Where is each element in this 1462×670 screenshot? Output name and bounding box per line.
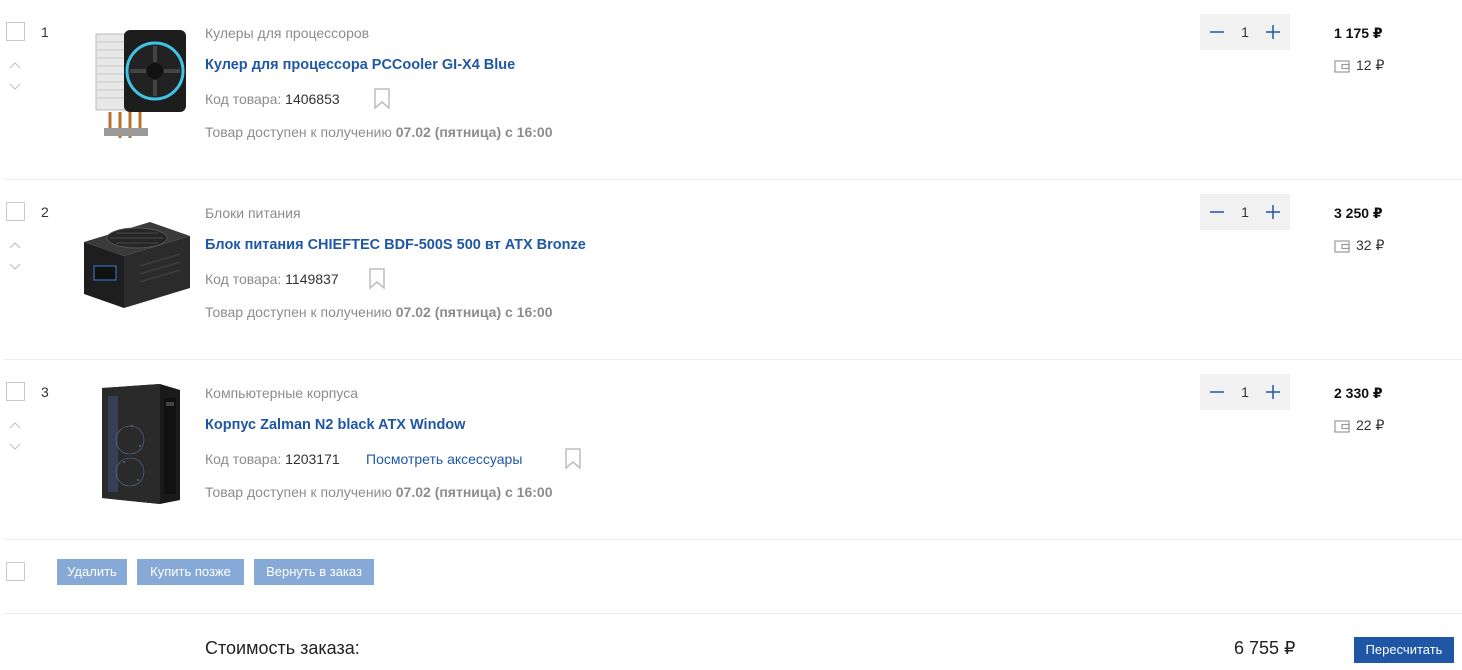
item-code-label: Код товара: [205, 271, 282, 287]
wallet-icon [1334, 420, 1350, 433]
decrease-quantity-button[interactable] [1202, 194, 1232, 230]
item-index: 2 [41, 204, 49, 220]
item-price: 1 175 ₽ [1334, 25, 1383, 41]
item-bonus: 22 ₽ [1334, 417, 1384, 434]
item-availability: Товар доступен к получению 07.02 (пятниц… [205, 124, 553, 140]
cpu-cooler-image[interactable] [80, 16, 192, 146]
bonus-value: 32 ₽ [1356, 237, 1385, 253]
wallet-icon [1334, 240, 1350, 253]
select-item-checkbox[interactable] [6, 382, 25, 401]
bonus-value: 22 ₽ [1356, 417, 1385, 433]
item-bonus: 32 ₽ [1334, 237, 1384, 254]
bookmark-icon[interactable] [368, 268, 386, 290]
item-price: 3 250 ₽ [1334, 205, 1383, 221]
delete-button[interactable]: Удалить [57, 559, 127, 585]
cart-item-row: 2 Блоки питания Блок питания CHIEFTEC BD… [4, 180, 1462, 360]
availability-date: 07.02 (пятница) с 16:00 [395, 304, 553, 320]
cart-item-row: 1 Кулеры для процессоров Кулер для проце… [4, 0, 1462, 180]
bookmark-icon[interactable] [373, 88, 391, 110]
wallet-icon [1334, 60, 1350, 73]
quantity-stepper: 1 [1200, 14, 1290, 50]
availability-prefix: Товар доступен к получению [205, 484, 392, 500]
item-code: Код товара: 1203171 [205, 451, 340, 467]
item-code-value: 1203171 [285, 451, 340, 467]
item-code-value: 1149837 [285, 271, 339, 287]
decrease-quantity-button[interactable] [1202, 14, 1232, 50]
item-category: Кулеры для процессоров [205, 25, 370, 41]
quantity-value[interactable]: 1 [1230, 204, 1260, 220]
item-title-link[interactable]: Кулер для процессора PCCooler GI-X4 Blue [205, 57, 515, 73]
item-index: 1 [41, 24, 49, 40]
quantity-value[interactable]: 1 [1230, 384, 1260, 400]
item-code-label: Код товара: [205, 91, 282, 107]
increase-quantity-button[interactable] [1258, 194, 1288, 230]
quantity-stepper: 1 [1200, 374, 1290, 410]
availability-prefix: Товар доступен к получению [205, 124, 392, 140]
select-item-checkbox[interactable] [6, 202, 25, 221]
item-bonus: 12 ₽ [1334, 57, 1384, 74]
item-code-value: 1406853 [285, 91, 340, 107]
move-up-icon[interactable] [8, 418, 22, 432]
buy-later-button[interactable]: Купить позже [137, 559, 244, 585]
move-up-icon[interactable] [8, 238, 22, 252]
item-title-link[interactable]: Корпус Zalman N2 black ATX Window [205, 417, 465, 433]
bonus-value: 12 ₽ [1356, 57, 1385, 73]
view-accessories-link[interactable]: Посмотреть аксессуары [366, 451, 522, 467]
move-down-icon[interactable] [8, 260, 22, 274]
item-code-label: Код товара: [205, 451, 282, 467]
increase-quantity-button[interactable] [1258, 14, 1288, 50]
item-category: Блоки питания [205, 205, 301, 221]
power-supply-image[interactable] [80, 196, 192, 326]
item-index: 3 [41, 384, 49, 400]
recalculate-button[interactable]: Пересчитать [1354, 637, 1454, 663]
move-up-icon[interactable] [8, 58, 22, 72]
move-down-icon[interactable] [8, 80, 22, 94]
quantity-value[interactable]: 1 [1230, 24, 1260, 40]
cart-item-row: 3 Компьютерные корпуса Корпус Zalman N2 … [4, 360, 1462, 540]
item-code: Код товара: 1406853 [205, 91, 340, 107]
order-total-label: Стоимость заказа: [205, 638, 360, 658]
item-availability: Товар доступен к получению 07.02 (пятниц… [205, 304, 553, 320]
item-title-link[interactable]: Блок питания CHIEFTEC BDF-500S 500 вт AT… [205, 237, 586, 253]
return-to-order-button[interactable]: Вернуть в заказ [254, 559, 374, 585]
pc-case-image[interactable] [80, 376, 192, 506]
item-code: Код товара: 1149837 [205, 271, 339, 287]
bookmark-icon[interactable] [564, 448, 582, 470]
select-all-checkbox[interactable] [6, 562, 25, 581]
bulk-actions-bar: Удалить Купить позже Вернуть в заказ [4, 537, 1462, 614]
select-item-checkbox[interactable] [6, 22, 25, 41]
item-category: Компьютерные корпуса [205, 385, 358, 401]
decrease-quantity-button[interactable] [1202, 374, 1232, 410]
availability-date: 07.02 (пятница) с 16:00 [395, 124, 553, 140]
increase-quantity-button[interactable] [1258, 374, 1288, 410]
availability-prefix: Товар доступен к получению [205, 304, 392, 320]
item-price: 2 330 ₽ [1334, 385, 1383, 401]
move-down-icon[interactable] [8, 440, 22, 454]
order-total-value: 6 755 ₽ [1234, 638, 1296, 658]
availability-date: 07.02 (пятница) с 16:00 [395, 484, 553, 500]
item-availability: Товар доступен к получению 07.02 (пятниц… [205, 484, 553, 500]
quantity-stepper: 1 [1200, 194, 1290, 230]
